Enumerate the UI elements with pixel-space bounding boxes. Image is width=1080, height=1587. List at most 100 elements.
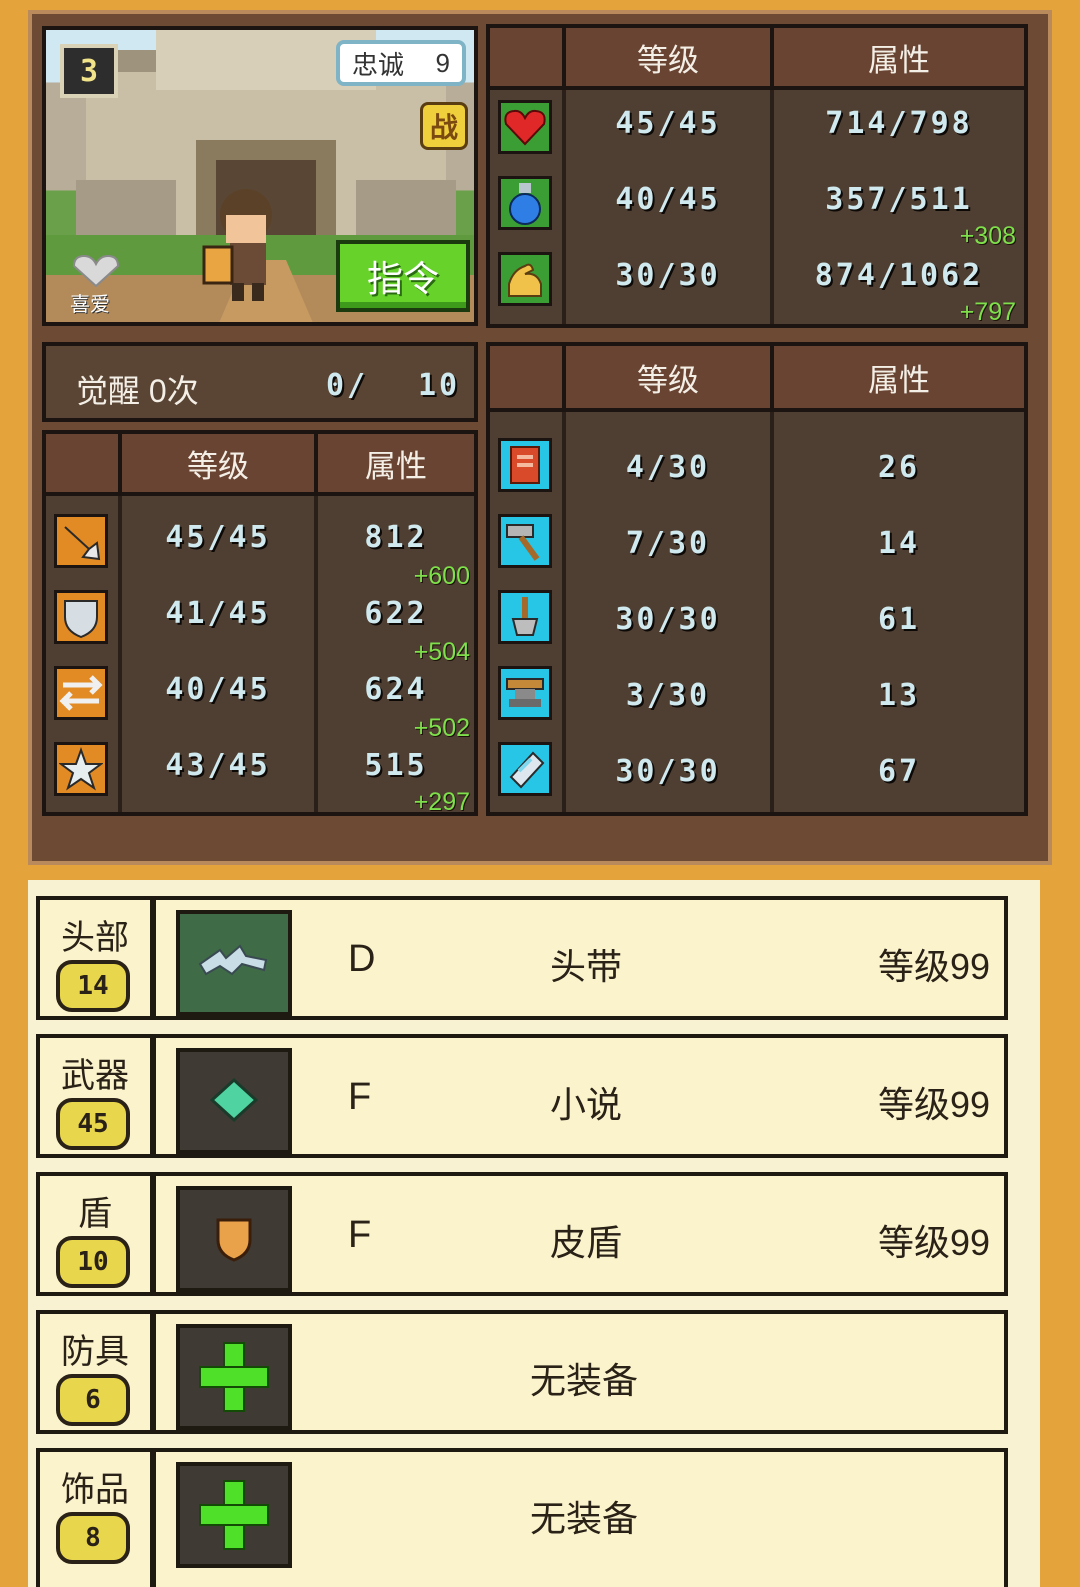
awakening-label: 觉醒 0次 — [76, 373, 199, 409]
item-level: 等级99 — [877, 946, 990, 987]
book-item-icon — [176, 1048, 292, 1154]
stamina-bonus: +797 — [959, 298, 1016, 326]
add-icon[interactable] — [176, 1324, 292, 1430]
anvil-icon — [498, 666, 552, 720]
mining-level: 30/30 — [615, 602, 721, 637]
muscle-icon — [498, 252, 552, 306]
awakening-progress: 0/ — [326, 368, 369, 403]
equipment-row-accessory[interactable]: 饰品 8 无装备 — [36, 1448, 1008, 1587]
equipment-row-shield[interactable]: 盾 10 F 皮盾 等级99 — [36, 1172, 1008, 1296]
loyalty-label: 忠诚 — [352, 49, 405, 80]
star-icon — [54, 742, 108, 796]
header-level: 等级 — [566, 346, 774, 412]
leather-shield-icon — [176, 1186, 292, 1292]
equipment-slot: 头部 14 — [40, 900, 156, 1016]
equipment-row-armor[interactable]: 防具 6 无装备 — [36, 1310, 1008, 1434]
attack-bonus: +600 — [413, 562, 470, 590]
command-button[interactable]: 指令 — [336, 240, 470, 312]
writing-attribute: 26 — [877, 450, 921, 485]
awakening-max: 10 — [418, 368, 461, 403]
potion-icon — [498, 176, 552, 230]
favorite-toggle[interactable]: 喜爱 — [66, 254, 124, 316]
arrows-icon — [54, 666, 108, 720]
item-name: 头带 — [550, 946, 623, 987]
mp-attribute: 357/511 — [825, 182, 973, 217]
slot-badge: 8 — [56, 1512, 130, 1564]
sword-icon — [54, 514, 108, 568]
heart-outline-icon — [72, 254, 120, 288]
defense-level: 41/45 — [165, 596, 271, 631]
polishing-attribute: 67 — [877, 754, 921, 789]
favorite-label: 喜爱 — [70, 294, 110, 316]
equipment-row-weapon[interactable]: 武器 45 F 小说 等级99 — [36, 1034, 1008, 1158]
header-blank — [490, 28, 566, 90]
character-portrait-card[interactable]: 3 忠诚 9 战 喜爱 指令 — [42, 26, 478, 326]
slot-label: 头部 — [61, 919, 129, 957]
slot-label: 防具 — [61, 1333, 129, 1371]
polishing-level: 30/30 — [615, 754, 721, 789]
shield-icon — [54, 590, 108, 644]
header-blank — [46, 434, 122, 496]
stamina-attribute: 874/1062 — [814, 258, 984, 293]
shovel-icon — [498, 590, 552, 644]
header-blank — [490, 346, 566, 412]
header-level: 等级 — [122, 434, 318, 496]
writing-level: 4/30 — [625, 450, 711, 485]
speed-attribute: 624 — [364, 672, 428, 707]
item-rank: F — [348, 1076, 372, 1118]
item-name: 小说 — [550, 1084, 623, 1125]
book-icon — [498, 438, 552, 492]
smithing-attribute: 14 — [877, 526, 921, 561]
empty-slot-text: 无装备 — [530, 1360, 639, 1401]
equipment-slot: 饰品 8 — [40, 1452, 156, 1587]
equipment-slot: 盾 10 — [40, 1176, 156, 1292]
vital-stats-panel: 等级 属性 45/45 714/798 40/45 357/511 +308 3… — [486, 24, 1028, 328]
header-attribute: 属性 — [774, 346, 1024, 412]
hp-attribute: 714/798 — [825, 106, 973, 141]
empty-slot-text: 无装备 — [530, 1498, 639, 1539]
stamina-level: 30/30 — [615, 258, 721, 293]
slot-badge: 45 — [56, 1098, 130, 1150]
item-rank: F — [348, 1214, 372, 1256]
loyalty-box: 忠诚 9 — [336, 40, 466, 86]
craft-stats-panel: 等级 属性 4/30 26 7/30 14 30/30 61 3/30 13 3… — [486, 342, 1028, 816]
headband-icon — [176, 910, 292, 1016]
speed-bonus: +502 — [413, 714, 470, 742]
forging-level: 3/30 — [625, 678, 711, 713]
hero-sprite — [202, 189, 272, 301]
luck-attribute: 515 — [364, 748, 428, 783]
character-level-badge: 3 — [60, 44, 118, 98]
slot-badge: 6 — [56, 1374, 130, 1426]
speed-level: 40/45 — [165, 672, 271, 707]
header-attribute: 属性 — [318, 434, 474, 496]
item-level: 等级99 — [877, 1222, 990, 1263]
forging-attribute: 13 — [877, 678, 921, 713]
slot-label: 饰品 — [61, 1471, 129, 1509]
mp-level: 40/45 — [615, 182, 721, 217]
hp-level: 45/45 — [615, 106, 721, 141]
hammer-icon — [498, 514, 552, 568]
awakening-bar[interactable]: 觉醒 0次 0/ 10 — [42, 342, 478, 422]
equipment-slot: 防具 6 — [40, 1314, 156, 1430]
header-level: 等级 — [566, 28, 774, 90]
luck-bonus: +297 — [413, 788, 470, 816]
attack-level: 45/45 — [165, 520, 271, 555]
mp-bonus: +308 — [959, 222, 1016, 250]
slot-badge: 10 — [56, 1236, 130, 1288]
item-rank: D — [348, 938, 376, 980]
heart-icon — [498, 100, 552, 154]
slot-badge: 14 — [56, 960, 130, 1012]
item-level: 等级99 — [877, 1084, 990, 1125]
slot-label: 盾 — [78, 1195, 112, 1233]
gem-icon — [498, 742, 552, 796]
defense-attribute: 622 — [364, 596, 428, 631]
smithing-level: 7/30 — [625, 526, 711, 561]
loyalty-value: 9 — [435, 47, 450, 78]
combat-stats-panel: 等级 属性 45/45 812 +600 41/45 622 +504 40/4… — [42, 430, 478, 816]
slot-label: 武器 — [61, 1057, 129, 1095]
add-icon[interactable] — [176, 1462, 292, 1568]
equipment-row-head[interactable]: 头部 14 D 头带 等级99 — [36, 896, 1008, 1020]
header-attribute: 属性 — [774, 28, 1024, 90]
battle-badge[interactable]: 战 — [420, 102, 468, 150]
item-name: 皮盾 — [550, 1222, 623, 1263]
